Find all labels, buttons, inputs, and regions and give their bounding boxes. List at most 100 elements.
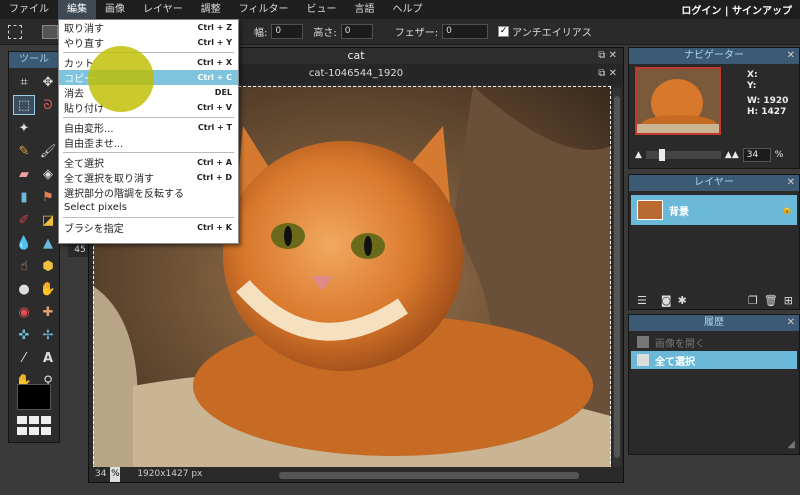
layer-more-icon[interactable]: ⊞ bbox=[784, 294, 793, 307]
antialias-checkbox[interactable]: ✓ bbox=[498, 26, 510, 37]
history-title: 履歴 bbox=[704, 317, 724, 328]
menu-help[interactable]: ヘルプ bbox=[384, 0, 432, 19]
zoom-slider[interactable] bbox=[645, 149, 721, 161]
menu-image[interactable]: 画像 bbox=[96, 0, 134, 19]
menu-language[interactable]: 言語 bbox=[346, 0, 384, 19]
layers-close-icon[interactable]: ✕ bbox=[787, 175, 795, 191]
selection-mode-icon[interactable] bbox=[42, 24, 58, 39]
zoom-unit: % bbox=[110, 467, 121, 482]
edit-menu-item-label: 全て選択を取り消す bbox=[64, 174, 154, 185]
pencil-tool-icon[interactable]: ✎ bbox=[13, 141, 35, 161]
move-tool-icon[interactable]: ✥ bbox=[37, 72, 59, 92]
horizontal-scrollbar[interactable] bbox=[279, 472, 579, 479]
menu-separator bbox=[63, 117, 234, 118]
delete-layer-icon[interactable]: 🗑 bbox=[764, 294, 778, 307]
pinch-tool-icon[interactable]: ✢ bbox=[37, 325, 59, 345]
layer-style-icon[interactable]: ✱ bbox=[678, 294, 687, 307]
edit-menu-item[interactable]: 取り消す Ctrl + Z bbox=[59, 20, 238, 35]
h-label: H: bbox=[747, 107, 759, 117]
dodge-tool-icon[interactable]: ● bbox=[13, 279, 35, 299]
menu-layer[interactable]: レイヤー bbox=[134, 0, 192, 19]
edit-menu-item[interactable]: 全て選択 Ctrl + A bbox=[59, 155, 238, 170]
menu-filter[interactable]: フィルター bbox=[230, 0, 298, 19]
window-controls-icon[interactable]: ⧉ ✕ bbox=[598, 48, 617, 64]
feather-label: フェザー: bbox=[394, 28, 439, 39]
lasso-tool-icon[interactable]: ᘐ bbox=[37, 95, 59, 115]
grid-toggle-icon[interactable] bbox=[17, 416, 53, 436]
color-picker-icon[interactable]: ⁄ bbox=[13, 348, 35, 368]
edit-menu-item[interactable]: 貼り付け Ctrl + V bbox=[59, 100, 238, 115]
magic-wand-icon[interactable]: ✦ bbox=[13, 118, 35, 138]
navigator-zoom-row: ▲ ▲▲ 34 % bbox=[635, 148, 795, 162]
menu-separator bbox=[63, 152, 234, 153]
menu-view[interactable]: ビュー bbox=[298, 0, 346, 19]
layer-row[interactable]: 背景 🔒 bbox=[631, 195, 797, 225]
red-eye-tool-icon[interactable]: ◉ bbox=[13, 302, 35, 322]
layer-settings-icon[interactable]: ☰ bbox=[637, 294, 647, 307]
edit-menu-item[interactable]: Select pixels bbox=[59, 200, 238, 215]
color-replace-icon[interactable]: ✐ bbox=[13, 210, 35, 230]
history-item-select-all[interactable]: 全て選択 bbox=[631, 351, 797, 369]
height-field[interactable]: 0 bbox=[340, 24, 373, 39]
spot-heal-icon[interactable]: ✚ bbox=[37, 302, 59, 322]
width-field[interactable]: 0 bbox=[271, 24, 304, 39]
navigator-close-icon[interactable]: ✕ bbox=[787, 48, 795, 64]
navigator-title: ナビゲーター bbox=[684, 50, 744, 61]
menu-file[interactable]: ファイル bbox=[0, 0, 58, 19]
edit-menu-item-label: 自由歪ませ... bbox=[64, 139, 124, 150]
menu-edit[interactable]: 編集 bbox=[58, 0, 96, 19]
smudge-tool-icon[interactable]: ☝ bbox=[13, 256, 35, 276]
navigator-zoom-field[interactable]: 34 bbox=[742, 148, 771, 162]
edit-menu-item-label: 選択部分の階調を反転する bbox=[64, 189, 184, 200]
lock-icon[interactable]: 🔒 bbox=[782, 205, 793, 215]
marquee-rect-icon[interactable] bbox=[8, 24, 22, 39]
new-layer-icon[interactable]: ❐ bbox=[748, 294, 758, 307]
blur-tool-icon[interactable]: 💧 bbox=[13, 233, 35, 253]
edit-menu-item-label: 消去 bbox=[64, 89, 84, 100]
edit-menu-item[interactable]: やり直す Ctrl + Y bbox=[59, 35, 238, 50]
navigator-zoom-unit: % bbox=[774, 150, 784, 160]
resize-grip-icon[interactable]: ◢ bbox=[787, 439, 795, 450]
zoom-out-icon[interactable]: ▲ bbox=[635, 150, 642, 160]
history-item-label: 画像を開く bbox=[655, 338, 705, 350]
login-signup-link[interactable]: ログイン | サインアップ bbox=[681, 2, 800, 17]
marquee-tool-icon[interactable]: ⬚ bbox=[13, 95, 35, 115]
layer-mask-icon[interactable]: ◙ bbox=[661, 294, 672, 307]
bucket-tool-icon[interactable]: ◈ bbox=[37, 164, 59, 184]
edit-menu-item[interactable]: 選択部分の階調を反転する bbox=[59, 185, 238, 200]
menu-adjust[interactable]: 調整 bbox=[192, 0, 230, 19]
zoom-value[interactable]: 34 bbox=[95, 469, 106, 479]
sponge-tool-icon[interactable]: ⬢ bbox=[37, 256, 59, 276]
edit-menu-item-label: 自由変形... bbox=[64, 124, 114, 135]
type-tool-icon[interactable]: A bbox=[37, 348, 59, 368]
crop-tool-icon[interactable]: ⌗ bbox=[13, 72, 35, 92]
w-label: W: bbox=[747, 96, 761, 106]
eraser-tool-icon[interactable]: ▰ bbox=[13, 164, 35, 184]
feather-field[interactable]: 0 bbox=[442, 24, 489, 39]
edit-menu-item[interactable]: 全て選択を取り消す Ctrl + D bbox=[59, 170, 238, 185]
navigator-cat-thumb bbox=[637, 69, 719, 133]
menu-separator bbox=[63, 217, 234, 218]
image-window-controls-icon[interactable]: ⧉ ✕ bbox=[598, 64, 617, 84]
layer-thumbnail bbox=[637, 200, 663, 220]
y-label: Y: bbox=[747, 81, 757, 91]
zoom-in-icon[interactable]: ▲▲ bbox=[725, 150, 739, 160]
foreground-color-swatch[interactable] bbox=[17, 384, 51, 410]
edit-menu-item-shortcut: Ctrl + T bbox=[197, 123, 232, 132]
edit-menu-item-shortcut: Ctrl + Y bbox=[197, 38, 232, 47]
burn-tool-icon[interactable]: ✋ bbox=[37, 279, 59, 299]
edit-menu-item[interactable]: 自由歪ませ... bbox=[59, 135, 238, 150]
vertical-scrollbar[interactable] bbox=[613, 88, 621, 468]
drawing-tool-icon[interactable]: ◪ bbox=[37, 210, 59, 230]
edit-menu-item[interactable]: ブラシを指定 Ctrl + K bbox=[59, 220, 238, 235]
navigator-thumbnail[interactable] bbox=[635, 67, 721, 135]
history-item-open-image[interactable]: 画像を開く bbox=[631, 333, 797, 351]
brush-tool-icon[interactable]: 🖌 bbox=[37, 141, 59, 161]
gradient-tool-icon[interactable]: ▮ bbox=[13, 187, 35, 207]
image-size-readout: 1920x1427 px bbox=[137, 469, 203, 479]
bloat-tool-icon[interactable]: ✜ bbox=[13, 325, 35, 345]
clone-stamp-icon[interactable]: ⚑ bbox=[37, 187, 59, 207]
edit-menu-item[interactable]: 自由変形... Ctrl + T bbox=[59, 120, 238, 135]
sharpen-tool-icon[interactable]: ▲ bbox=[37, 233, 59, 253]
history-close-icon[interactable]: ✕ bbox=[787, 315, 795, 331]
